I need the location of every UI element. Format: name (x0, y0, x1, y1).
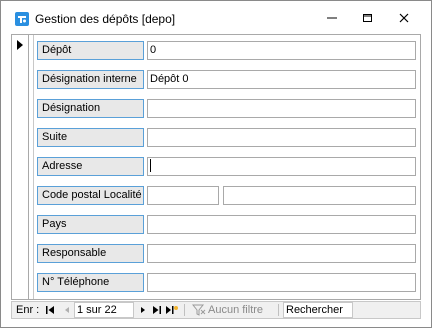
maximize-icon (363, 14, 372, 22)
input-suite[interactable] (147, 128, 416, 147)
record-label: Enr : (16, 304, 40, 316)
label-pays: Pays (37, 215, 144, 234)
input-responsable[interactable] (147, 244, 416, 263)
filter-icon (191, 304, 206, 319)
form-window: Gestion des dépôts [depo] Dépôt 0 Désign… (0, 0, 432, 328)
label-suite: Suite (37, 128, 144, 147)
input-designation[interactable] (147, 99, 416, 118)
form-divider (33, 35, 34, 299)
input-designation-interne[interactable]: Dépôt 0 (147, 70, 416, 89)
input-localite[interactable] (223, 186, 416, 205)
new-record-button[interactable] (165, 302, 179, 318)
label-adresse: Adresse (37, 157, 144, 176)
label-responsable: Responsable (37, 244, 144, 263)
current-record-arrow-icon (17, 40, 23, 50)
label-telephone: N° Téléphone (37, 273, 144, 292)
close-button[interactable] (393, 9, 415, 27)
minimize-button[interactable] (321, 9, 343, 27)
first-record-icon (46, 306, 54, 314)
window-title: Gestion des dépôts [depo] (35, 12, 176, 26)
input-telephone[interactable] (147, 273, 416, 292)
record-navigation-bar: Enr : 1 sur 22 Aucun filtre Rechercher (11, 301, 421, 319)
filter-status[interactable]: Aucun filtre (208, 302, 263, 318)
next-record-button[interactable] (139, 302, 147, 318)
record-selector[interactable] (12, 35, 29, 299)
last-record-button[interactable] (152, 302, 162, 318)
input-pays[interactable] (147, 215, 416, 234)
restore-button[interactable] (357, 9, 379, 27)
previous-record-button[interactable] (63, 302, 71, 318)
label-depot: Dépôt (37, 41, 144, 60)
minimize-icon (327, 17, 337, 19)
nav-separator (184, 304, 185, 316)
search-input[interactable]: Rechercher (283, 302, 353, 318)
text-caret (150, 158, 151, 172)
first-record-button[interactable] (45, 302, 55, 318)
last-record-icon (153, 306, 161, 314)
new-record-icon (166, 306, 178, 314)
label-code-postal-localite: Code postal Localité (37, 186, 144, 205)
input-depot[interactable]: 0 (147, 41, 416, 60)
nav-separator (278, 304, 279, 316)
next-record-icon (141, 307, 145, 313)
label-designation: Désignation (37, 99, 144, 118)
current-record-input[interactable]: 1 sur 22 (74, 302, 134, 318)
title-bar[interactable]: Gestion des dépôts [depo] (1, 1, 431, 31)
input-code-postal[interactable] (147, 186, 219, 205)
label-designation-interne: Désignation interne (37, 70, 144, 89)
input-adresse[interactable] (147, 157, 416, 176)
form-body: Dépôt 0 Désignation interne Dépôt 0 Dési… (11, 34, 421, 300)
previous-record-icon (65, 307, 69, 313)
access-form-icon[interactable] (15, 12, 29, 26)
close-icon (399, 13, 409, 23)
